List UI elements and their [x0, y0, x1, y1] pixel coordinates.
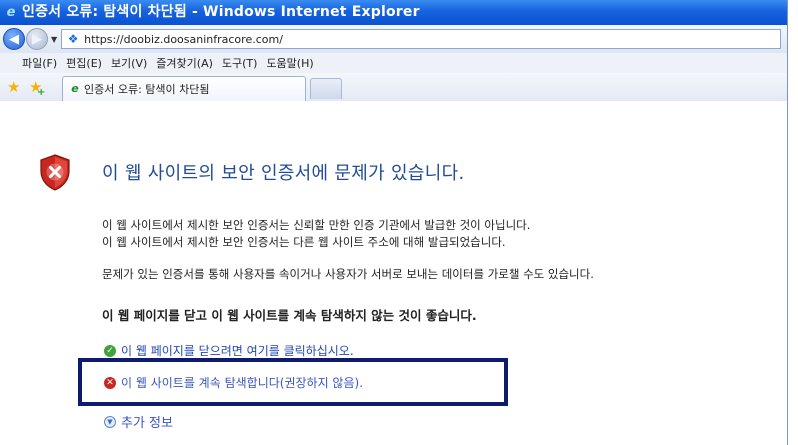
more-info-link[interactable]: 추가 정보 — [121, 412, 173, 431]
close-page-link[interactable]: 이 웹 페이지를 닫으려면 여기를 클릭하십시오. — [121, 342, 354, 359]
new-tab-button[interactable] — [310, 78, 342, 99]
window-title: 인증서 오류: 탐색이 차단됨 - Windows Internet Explo… — [22, 4, 420, 20]
back-button[interactable]: ◀ — [3, 28, 25, 50]
address-url[interactable]: https://doobiz.doosaninfracore.com/ — [84, 33, 283, 46]
history-dropdown-icon[interactable]: ▼ — [51, 35, 57, 44]
expand-chevron-icon: ▼ — [104, 415, 116, 428]
tab-page-icon: e — [71, 82, 79, 95]
add-favorite-icon[interactable]: ★ + — [29, 79, 45, 98]
menu-tools[interactable]: 도구(T) — [222, 55, 258, 71]
address-bar[interactable]: ❖ https://doobiz.doosaninfracore.com/ — [61, 29, 782, 49]
tab-bar: ★ ★ + e 인증서 오류: 탐색이 차단됨 — [0, 73, 787, 102]
risk-description: 문제가 있는 인증서를 통해 사용자를 속이거나 사용자가 서버로 보내는 데이… — [102, 267, 594, 281]
title-bar: e 인증서 오류: 탐색이 차단됨 - Windows Internet Exp… — [0, 0, 787, 25]
menu-view[interactable]: 보기(V) — [111, 55, 147, 71]
check-icon: ✓ — [104, 344, 116, 357]
highlight-annotation-box — [78, 358, 508, 406]
page-icon: ❖ — [67, 32, 79, 46]
menu-edit[interactable]: 편집(E) — [66, 55, 102, 71]
tab-label: 인증서 오류: 탐색이 차단됨 — [84, 83, 210, 96]
forward-button[interactable]: ▶ — [26, 28, 48, 50]
menu-bar: 파일(F) 편집(E) 보기(V) 즐겨찾기(A) 도구(T) 도움말(H) — [0, 53, 787, 74]
page-title: 이 웹 사이트의 보안 인증서에 문제가 있습니다. — [102, 163, 465, 184]
recommendation-text: 이 웹 페이지를 닫고 이 웹 사이트를 계속 탐색하지 않는 것이 좋습니다. — [102, 308, 477, 323]
menu-file[interactable]: 파일(F) — [22, 55, 57, 71]
browser-window: e 인증서 오류: 탐색이 차단됨 - Windows Internet Exp… — [0, 0, 788, 445]
close-page-option[interactable]: ✓ 이 웹 페이지를 닫으려면 여기를 클릭하십시오. — [104, 342, 354, 359]
more-info-option[interactable]: ▼ 추가 정보 — [104, 412, 173, 431]
internet-explorer-icon: e — [6, 4, 16, 20]
shield-error-icon — [40, 154, 70, 191]
menu-favorites[interactable]: 즐겨찾기(A) — [156, 55, 213, 71]
address-toolbar: ◀ ▶ ▼ ❖ https://doobiz.doosaninfracore.c… — [0, 25, 787, 53]
page-content: 이 웹 사이트의 보안 인증서에 문제가 있습니다. 이 웹 사이트에서 제시한… — [0, 101, 787, 445]
tab-certificate-error[interactable]: e 인증서 오류: 탐색이 차단됨 — [62, 76, 306, 101]
menu-help[interactable]: 도움말(H) — [266, 55, 313, 71]
error-description-1: 이 웹 사이트에서 제시한 보안 인증서는 신뢰할 만한 인증 기관에서 발급한… — [102, 218, 531, 232]
favorites-star-icon[interactable]: ★ — [7, 79, 20, 95]
error-description-2: 이 웹 사이트에서 제시한 보안 인증서는 다른 웹 사이트 주소에 대해 발급… — [102, 235, 506, 249]
